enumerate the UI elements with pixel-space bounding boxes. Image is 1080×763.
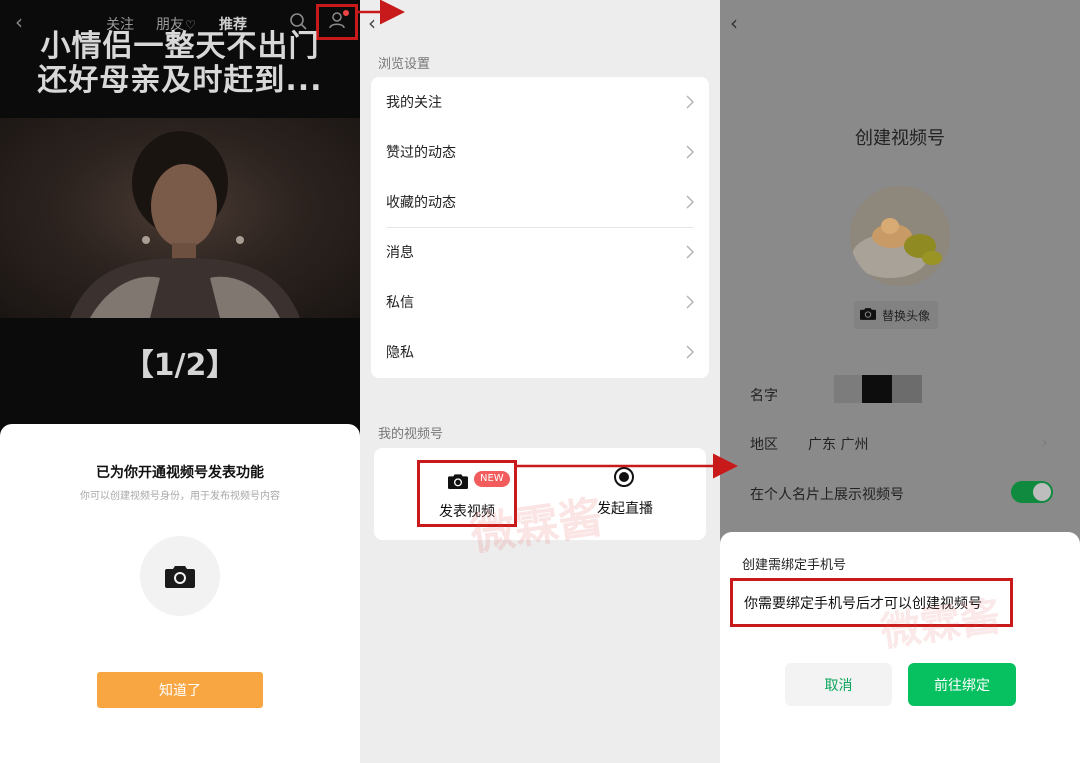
list-item-label: 赞过的动态 <box>386 145 456 161</box>
panel-profile-settings: ‹ 浏览设置 我的关注 赞过的动态 收藏的动态 消息 私信 隐私 我的视频号 N… <box>360 0 720 763</box>
cancel-button[interactable]: 取消 <box>785 663 892 706</box>
chevron-left-icon[interactable]: ‹ <box>730 12 738 34</box>
show-on-card-label: 在个人名片上展示视频号 <box>750 487 904 503</box>
region-value[interactable]: 广东 广州 <box>808 434 868 454</box>
got-it-button[interactable]: 知道了 <box>97 672 263 708</box>
camera-icon <box>860 307 876 323</box>
list-item-label: 我的关注 <box>386 95 442 111</box>
chevron-right-icon <box>685 144 695 160</box>
list-item-label: 消息 <box>386 245 414 261</box>
video-frame[interactable] <box>0 118 360 318</box>
name-field[interactable] <box>834 375 922 403</box>
toggle-knob <box>1033 483 1051 501</box>
camera-icon <box>448 473 468 493</box>
video-title-line: 还好母亲及时赶到... <box>37 63 323 98</box>
list-item-label: 隐私 <box>386 345 414 361</box>
go-bind-button[interactable]: 前往绑定 <box>908 663 1016 706</box>
page-counter: 【1/2】 <box>123 348 237 383</box>
new-badge: NEW <box>474 471 510 487</box>
name-redaction <box>862 375 892 403</box>
list-item-my-follows[interactable]: 我的关注 <box>371 77 709 127</box>
avatar[interactable] <box>850 186 950 286</box>
show-on-card-toggle[interactable] <box>1011 481 1053 503</box>
camera-icon <box>140 536 220 616</box>
dialog-title: 创建需绑定手机号 <box>742 558 847 573</box>
name-redaction <box>834 375 862 403</box>
chevron-right-icon <box>685 244 695 260</box>
chevron-right-icon <box>685 294 695 310</box>
chevron-right-icon: › <box>1042 435 1048 451</box>
list-item-liked-posts[interactable]: 赞过的动态 <box>371 127 709 177</box>
chevron-right-icon <box>685 94 695 110</box>
video-still-image <box>70 131 300 318</box>
settings-list: 我的关注 赞过的动态 收藏的动态 消息 私信 隐私 <box>371 77 709 378</box>
page-title: 创建视频号 <box>855 128 945 149</box>
name-redaction <box>892 375 922 403</box>
change-avatar-label: 替换头像 <box>882 308 931 323</box>
chevron-right-icon <box>685 194 695 210</box>
chevron-right-icon <box>685 344 695 360</box>
region-label: 地区 <box>750 437 778 453</box>
sheet-title: 已为你开通视频号发表功能 <box>96 465 264 481</box>
bind-phone-dialog: 创建需绑定手机号 你需要绑定手机号后才可以创建视频号 取消 前往绑定 微霖酱 <box>720 532 1080 763</box>
chevron-left-icon[interactable]: ‹ <box>368 12 376 34</box>
list-item-label: 私信 <box>386 295 414 311</box>
list-item-saved-posts[interactable]: 收藏的动态 <box>371 177 709 227</box>
section-browse-settings: 浏览设置 <box>378 57 431 72</box>
list-item-privacy[interactable]: 隐私 <box>371 327 709 377</box>
avatar-image <box>850 186 950 286</box>
video-title: 小情侣一整天不出门 还好母亲及时赶到... <box>0 30 360 98</box>
change-avatar-button[interactable]: 替换头像 <box>854 301 939 329</box>
video-title-line: 小情侣一整天不出门 <box>40 29 320 64</box>
list-item-private-messages[interactable]: 私信 <box>371 277 709 327</box>
live-record-icon <box>613 466 635 492</box>
sheet-subtitle: 你可以创建视频号身份，用于发布视频号内容 <box>80 491 280 502</box>
name-label: 名字 <box>750 388 778 404</box>
panel-create-channel: ‹ 创建视频号 替换头像 名字 地区 广东 广州 › 在个人名片上展示视频号 创… <box>720 0 1080 763</box>
section-my-channel: 我的视频号 <box>378 427 444 442</box>
panel-channels-feed: ‹ 关注 朋友♡ 推荐 小情侣一整天不出门 还好母亲及时赶到... 【1/2】 … <box>0 0 360 763</box>
list-item-messages[interactable]: 消息 <box>371 227 709 277</box>
list-item-label: 收藏的动态 <box>386 195 456 211</box>
notification-dot <box>343 10 349 16</box>
publish-enabled-sheet: 已为你开通视频号发表功能 你可以创建视频号身份，用于发布视频号内容 知道了 <box>0 424 360 763</box>
